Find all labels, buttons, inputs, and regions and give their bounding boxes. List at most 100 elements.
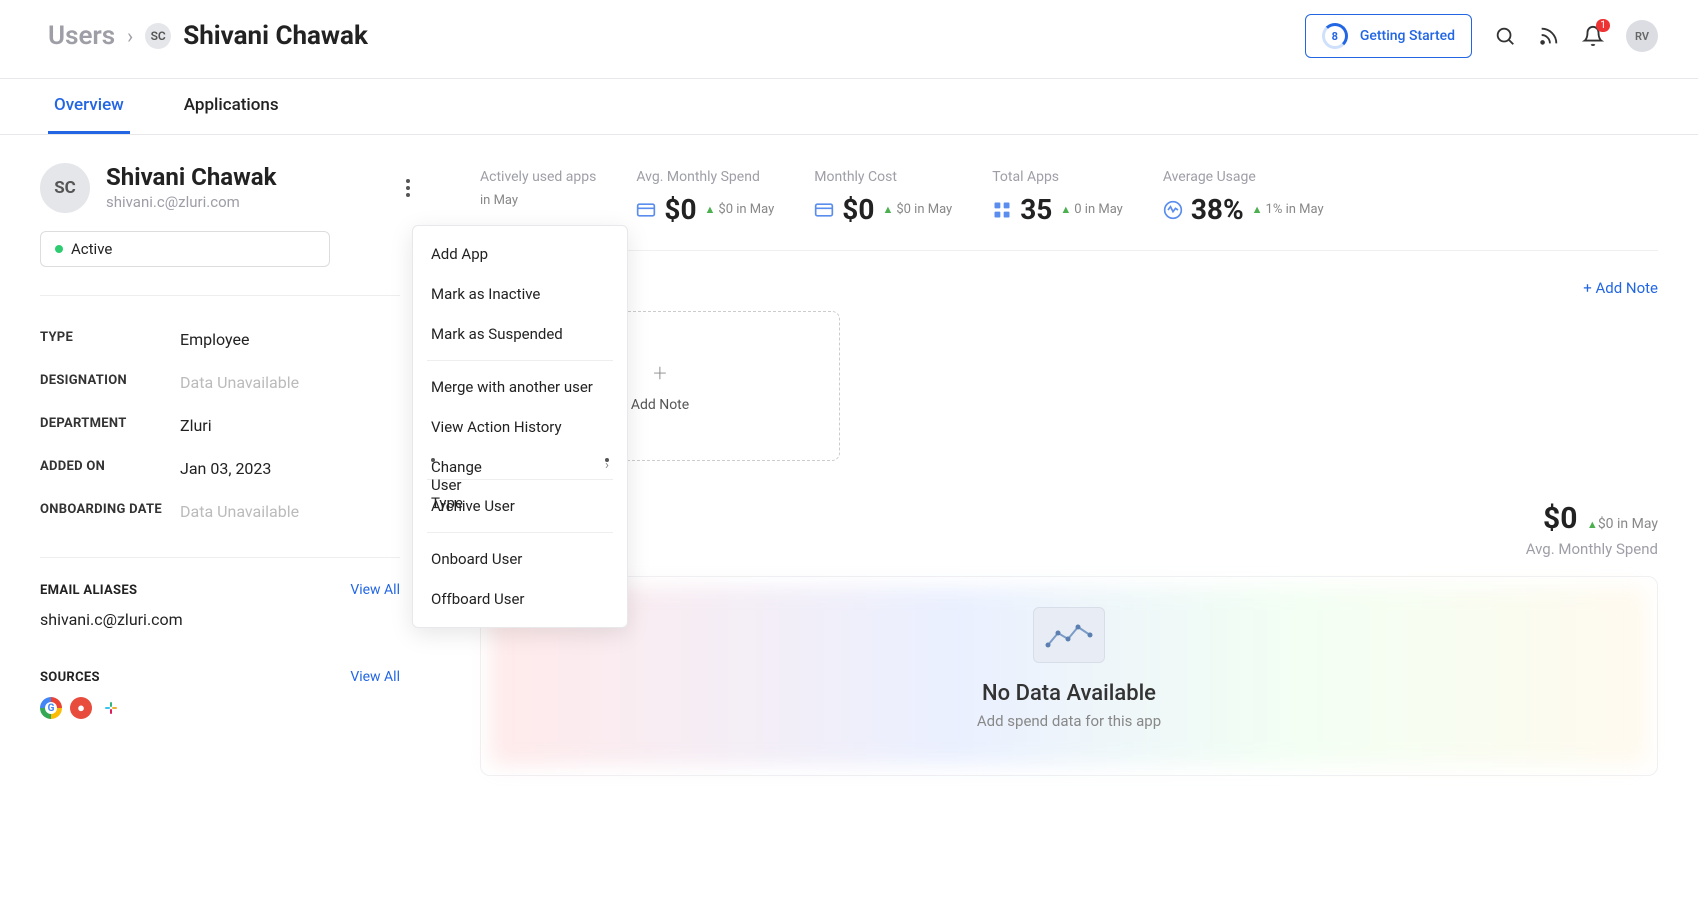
info-onboarding-label: ONBOARDING DATE (40, 502, 180, 521)
stat-delta: $0 in May (718, 202, 774, 217)
stat-total-apps: Total Apps 35 ▲0 in May (992, 169, 1123, 226)
notifications-icon[interactable]: 1 (1582, 25, 1604, 47)
info-added-label: ADDED ON (40, 459, 180, 478)
source-icons: G ● (40, 697, 400, 719)
stat-label: Actively used apps (480, 169, 596, 185)
stat-avg-usage: Average Usage 38% ▲1% in May (1163, 169, 1324, 226)
page-header: Users › SC Shivani Chawak 8 Getting Star… (0, 0, 1698, 79)
user-avatar: SC (40, 163, 90, 213)
no-data-overlay: No Data Available Add spend data for thi… (511, 607, 1627, 730)
up-arrow-icon: ▲ (705, 203, 716, 216)
stats-bar: Actively used apps in May Avg. Monthly S… (460, 163, 1658, 251)
status-dot-icon (55, 245, 63, 253)
getting-started-button[interactable]: 8 Getting Started (1305, 14, 1472, 58)
dropdown-action-history[interactable]: View Action History (413, 407, 627, 447)
stat-value: $0 (664, 193, 696, 226)
stat-value: $0 (842, 193, 874, 226)
tab-overview[interactable]: Overview (48, 79, 130, 134)
stat-monthly-cost: Monthly Cost $0 ▲$0 in May (814, 169, 952, 226)
sources-view-all[interactable]: View All (350, 669, 400, 685)
info-department-value: Zluri (180, 416, 212, 435)
up-arrow-icon: ▲ (1252, 203, 1263, 216)
user-block: SC Shivani Chawak shivani.c@zluri.com Ad… (40, 163, 400, 213)
user-sidebar: SC Shivani Chawak shivani.c@zluri.com Ad… (0, 135, 440, 804)
notification-badge: 1 (1596, 19, 1610, 32)
stat-delta: 0 in May (1074, 202, 1123, 217)
aliases-view-all[interactable]: View All (350, 582, 400, 598)
activity-icon (1163, 200, 1183, 220)
user-info: TYPE Employee DESIGNATION Data Unavailab… (40, 295, 400, 533)
dropdown-divider (427, 532, 613, 533)
chart-placeholder-icon (1033, 607, 1105, 663)
add-note-label: Add Note (631, 397, 689, 413)
add-note-link[interactable]: + Add Note (1583, 279, 1658, 297)
spend-section: Spend $0 ▲$0 in May Avg. Monthly Spend N… (460, 501, 1658, 776)
main-panel: Actively used apps in May Avg. Monthly S… (440, 135, 1698, 804)
stat-delta: in May (480, 193, 518, 208)
breadcrumb-root[interactable]: Users (48, 21, 115, 51)
user-name: Shivani Chawak (106, 163, 276, 191)
progress-ring-icon: 8 (1322, 23, 1348, 49)
breadcrumb-name: Shivani Chawak (183, 21, 368, 51)
plus-icon: + (653, 359, 667, 387)
stat-delta: 1% in May (1266, 202, 1324, 217)
info-type-label: TYPE (40, 330, 180, 349)
no-data-title: No Data Available (511, 681, 1627, 706)
dropdown-onboard-user[interactable]: Onboard User (413, 539, 627, 579)
user-status-selector[interactable]: Active (40, 231, 330, 267)
alias-value: shivani.c@zluri.com (40, 610, 400, 629)
user-status-label: Active (71, 240, 112, 258)
card-icon (814, 200, 834, 220)
aliases-title: EMAIL ALIASES (40, 583, 137, 598)
dropdown-merge-user[interactable]: Merge with another user (413, 367, 627, 407)
search-icon[interactable] (1494, 25, 1516, 47)
spend-amount: $0 (1543, 501, 1577, 536)
up-arrow-icon: ▲ (1587, 518, 1598, 531)
info-designation-label: DESIGNATION (40, 373, 180, 392)
dropdown-change-type-label: Change User Type (431, 458, 435, 462)
up-arrow-icon: ▲ (882, 203, 893, 216)
stat-value: 35 (1020, 193, 1052, 226)
getting-started-label: Getting Started (1360, 28, 1455, 44)
header-actions: 8 Getting Started 1 RV (1305, 14, 1658, 58)
tab-applications[interactable]: Applications (178, 79, 285, 134)
stat-active-apps: Actively used apps in May (480, 169, 596, 226)
feed-icon[interactable] (1538, 25, 1560, 47)
stat-label: Monthly Cost (814, 169, 952, 185)
stat-label: Avg. Monthly Spend (636, 169, 774, 185)
info-designation-value: Data Unavailable (180, 373, 299, 392)
breadcrumb: Users › SC Shivani Chawak (48, 21, 368, 51)
user-actions-menu-button[interactable]: Add App Mark as Inactive Mark as Suspend… (406, 179, 410, 197)
source-icon-2[interactable]: ● (70, 697, 92, 719)
google-icon[interactable]: G (40, 697, 62, 719)
info-type-value: Employee (180, 330, 249, 349)
dropdown-divider (427, 360, 613, 361)
stat-label: Average Usage (1163, 169, 1324, 185)
dropdown-change-user-type[interactable]: Change User Type › (413, 447, 627, 473)
no-data-sub: Add spend data for this app (511, 712, 1627, 730)
info-onboarding-value: Data Unavailable (180, 502, 299, 521)
dropdown-offboard-user[interactable]: Offboard User (413, 579, 627, 619)
chevron-right-icon: › (605, 458, 609, 462)
dropdown-add-app[interactable]: Add App (413, 234, 627, 274)
notes-section: + Add Note + Add Note (460, 279, 1658, 461)
dropdown-mark-suspended[interactable]: Mark as Suspended (413, 314, 627, 354)
current-user-avatar[interactable]: RV (1626, 20, 1658, 52)
sources-title: SOURCES (40, 670, 100, 685)
stat-delta: $0 in May (896, 202, 952, 217)
spend-chart: No Data Available Add spend data for thi… (480, 576, 1658, 776)
breadcrumb-avatar: SC (145, 23, 171, 49)
user-email: shivani.c@zluri.com (106, 193, 276, 211)
stat-value: 38% (1191, 193, 1244, 226)
chevron-right-icon: › (127, 24, 133, 48)
spend-subtitle: Avg. Monthly Spend (1526, 540, 1658, 558)
tabs: Overview Applications (0, 79, 1698, 135)
stat-monthly-spend: Avg. Monthly Spend $0 ▲$0 in May (636, 169, 774, 226)
stat-label: Total Apps (992, 169, 1123, 185)
spend-delta: $0 in May (1598, 516, 1658, 532)
user-actions-dropdown: Add App Mark as Inactive Mark as Suspend… (412, 225, 628, 628)
slack-icon[interactable] (100, 697, 122, 719)
card-icon (636, 200, 656, 220)
dropdown-mark-inactive[interactable]: Mark as Inactive (413, 274, 627, 314)
info-department-label: DEPARTMENT (40, 416, 180, 435)
